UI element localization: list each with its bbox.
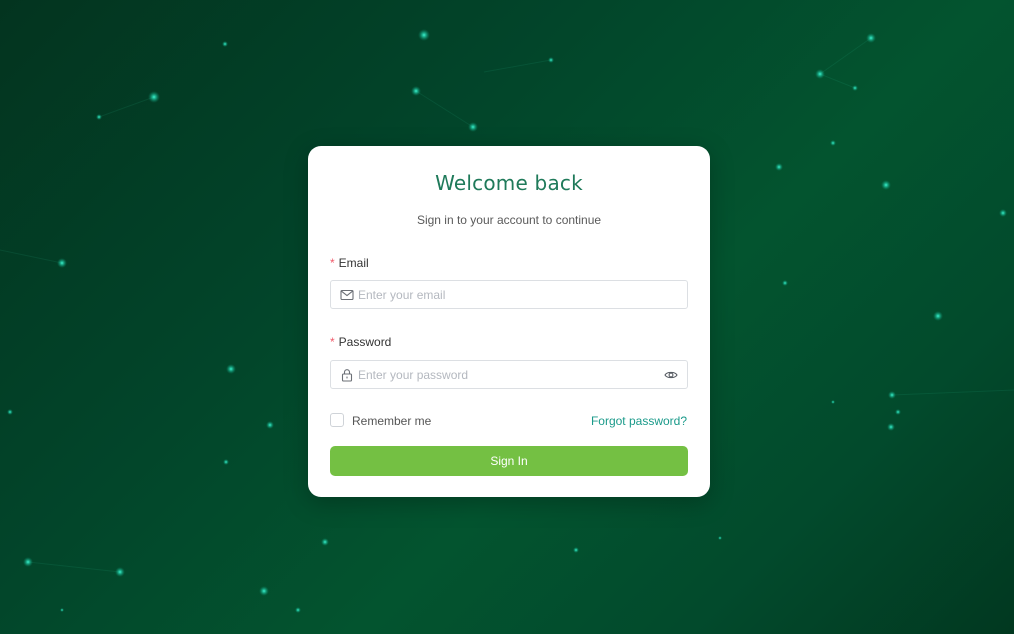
email-label-text: Email [338,256,369,270]
page-subtitle: Sign in to your account to continue [416,213,602,227]
mail-icon [340,289,354,301]
password-field[interactable] [330,360,688,389]
email-field[interactable] [330,280,688,309]
sign-in-button[interactable]: Sign In [330,446,688,476]
eye-icon[interactable] [664,368,678,382]
remember-me-label[interactable]: Remember me [352,414,431,428]
email-input[interactable] [358,281,678,308]
required-mark: * [330,256,335,270]
password-label: * Password [330,335,391,349]
login-card: Welcome back Sign in to your account to … [308,146,710,497]
password-input[interactable] [358,361,653,388]
remember-me-checkbox[interactable] [330,413,344,427]
forgot-password-link[interactable]: Forgot password? [591,414,687,428]
email-label: * Email [330,256,369,270]
required-mark: * [330,335,335,349]
password-label-text: Password [338,335,392,349]
page-title: Welcome back [435,171,583,195]
lock-icon [341,369,353,382]
